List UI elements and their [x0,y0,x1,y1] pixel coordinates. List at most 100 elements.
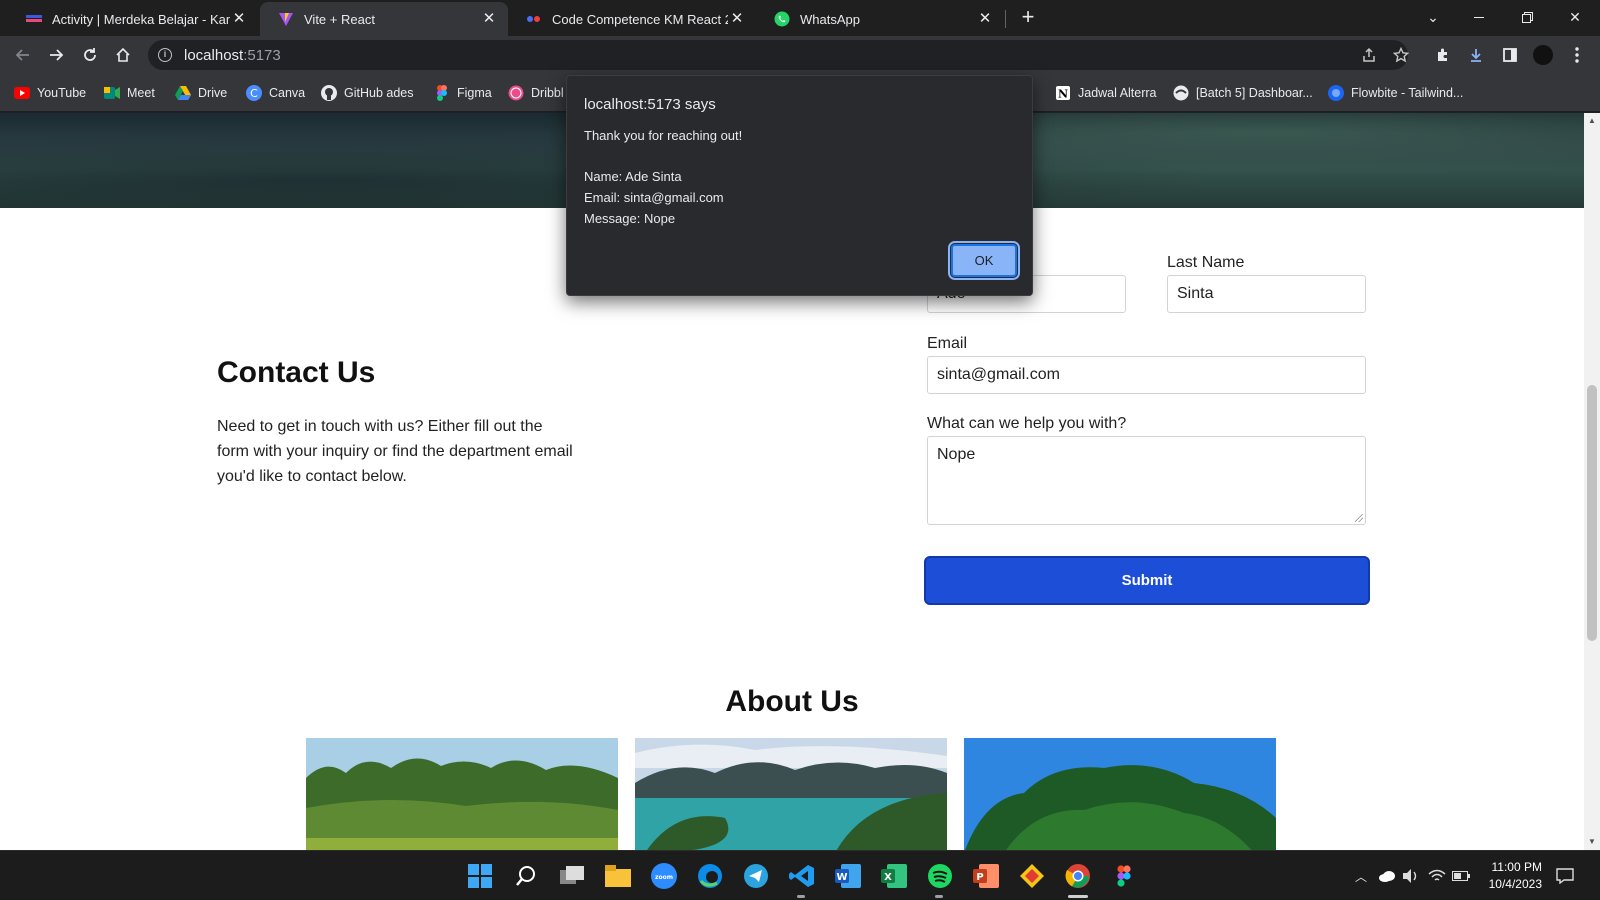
extensions-icon[interactable] [1432,44,1454,66]
restore-icon[interactable] [1504,0,1550,34]
windows-start-icon[interactable] [466,862,494,890]
last-name-label: Last Name [1167,254,1245,271]
ok-button[interactable]: OK [948,241,1020,280]
last-name-input[interactable]: Sinta [1167,275,1366,313]
notion-icon: N [1055,85,1071,101]
close-icon[interactable]: ✕ [728,10,746,28]
download-icon[interactable] [1465,44,1487,66]
tab-strip: Activity | Merdeka Belajar - Kam ✕ Vite … [0,0,1600,36]
bookmark-label: Meet [127,86,155,100]
tab-search-icon[interactable]: ⌄ [1410,0,1456,34]
powerpoint-icon[interactable]: P [972,862,1000,890]
bookmark-canva[interactable]: C Canva [246,83,305,103]
bookmark-label: [Batch 5] Dashboar... [1196,86,1313,100]
whatsapp-icon [774,11,790,27]
share-icon[interactable] [1358,44,1380,66]
scrollbar-thumb[interactable] [1587,385,1597,641]
bookmark-jadwal-alterra[interactable]: N Jadwal Alterra [1055,83,1157,103]
info-icon[interactable]: i [158,48,172,62]
tab-code-competence[interactable]: Code Competence KM React 2 - ✕ [508,2,756,36]
telegram-icon[interactable] [742,862,770,890]
task-view-icon[interactable] [558,862,586,890]
notifications-icon[interactable] [1556,867,1574,885]
bookmark-label: Flowbite - Tailwind... [1351,86,1464,100]
close-icon[interactable]: ✕ [480,10,498,28]
tab-whatsapp[interactable]: WhatsApp ✕ [756,2,1004,36]
home-icon[interactable] [110,42,136,68]
help-textarea[interactable]: Nope [927,436,1366,525]
bookmark-youtube[interactable]: YouTube [14,83,86,103]
minimize-icon[interactable] [1456,0,1502,34]
bookmark-drive[interactable]: Drive [175,83,227,103]
alert-dialog: localhost:5173 says Thank you for reachi… [566,75,1033,296]
volume-icon[interactable] [1402,867,1420,885]
svg-text:P: P [976,872,983,883]
git-app-icon[interactable] [1018,862,1046,890]
tab-vite-react[interactable]: Vite + React ✕ [260,2,508,36]
tab-separator [1005,10,1006,28]
about-photo-forest [306,738,618,850]
meet-icon [104,85,120,101]
close-icon[interactable]: ✕ [976,10,994,28]
tab-title: WhatsApp [800,11,860,27]
vite-icon [278,11,294,27]
bookmark-github[interactable]: GitHub ades [321,83,413,103]
svg-text:X: X [884,872,892,883]
spotify-icon[interactable] [926,862,954,890]
alterra-icon [526,11,542,27]
reload-icon[interactable] [77,42,103,68]
bookmark-label: Dribbl [531,86,564,100]
file-explorer-icon[interactable] [604,862,632,890]
bookmark-batch5-dashboard[interactable]: [Batch 5] Dashboar... [1173,83,1313,103]
scroll-up-icon[interactable]: ▲ [1587,116,1597,125]
address-bar[interactable]: i localhost:5173 [148,40,1408,70]
chrome-icon[interactable] [1064,862,1092,890]
page-scrollbar[interactable]: ▲ ▼ [1584,113,1600,850]
tab-activity[interactable]: Activity | Merdeka Belajar - Kam ✕ [8,2,258,36]
menu-kebab-icon[interactable] [1566,44,1588,66]
running-indicator [935,895,943,898]
bookmark-label: Figma [457,86,492,100]
url-host: localhost [184,46,244,64]
close-window-icon[interactable]: ✕ [1552,0,1598,34]
edge-icon[interactable] [696,862,724,890]
excel-icon[interactable]: X [880,862,908,890]
star-icon[interactable] [1390,44,1412,66]
bookmark-meet[interactable]: Meet [104,83,155,103]
bookmark-dribbble[interactable]: Dribbl [508,83,564,103]
svg-text:N: N [1058,88,1068,101]
tab-title: Vite + React [304,11,375,27]
system-clock[interactable]: 11:00 PM 10/4/2023 [1476,859,1542,893]
bookmark-flowbite[interactable]: Flowbite - Tailwind... [1328,83,1463,103]
youtube-icon [14,85,30,101]
figma-app-icon[interactable] [1110,862,1138,890]
bookmark-label: Jadwal Alterra [1078,86,1157,100]
new-tab-button[interactable]: + [1016,6,1040,30]
chevron-up-icon[interactable]: ︿ [1352,867,1370,885]
contact-title: Contact Us [217,356,376,389]
resize-handle-icon[interactable] [1355,514,1363,522]
word-icon[interactable]: W [834,862,862,890]
zoom-icon[interactable]: zoom [650,862,678,890]
close-icon[interactable]: ✕ [230,10,248,28]
back-icon[interactable] [10,42,36,68]
forward-icon[interactable] [43,42,69,68]
tab-title: Code Competence KM React 2 - [552,11,728,27]
contact-description: Need to get in touch with us? Either fil… [217,418,573,485]
battery-icon[interactable] [1452,867,1470,885]
scroll-down-icon[interactable]: ▼ [1587,837,1597,846]
vscode-icon[interactable] [788,862,816,890]
dialog-email: Email: sinta@gmail.com [584,190,724,205]
email-input[interactable]: sinta@gmail.com [927,356,1366,394]
wifi-icon[interactable] [1428,867,1446,885]
search-icon[interactable] [512,862,540,890]
tab-title: Activity | Merdeka Belajar - Kam [52,11,230,27]
cloud-icon[interactable] [1378,867,1396,885]
side-panel-icon[interactable] [1499,44,1521,66]
bookmark-label: Drive [198,86,228,100]
kampus-merdeka-icon [26,11,42,27]
submit-button[interactable]: Submit [924,556,1370,605]
bookmark-label: GitHub ades [344,86,414,100]
profile-avatar-icon[interactable] [1532,44,1554,66]
bookmark-figma[interactable]: Figma [434,83,492,103]
